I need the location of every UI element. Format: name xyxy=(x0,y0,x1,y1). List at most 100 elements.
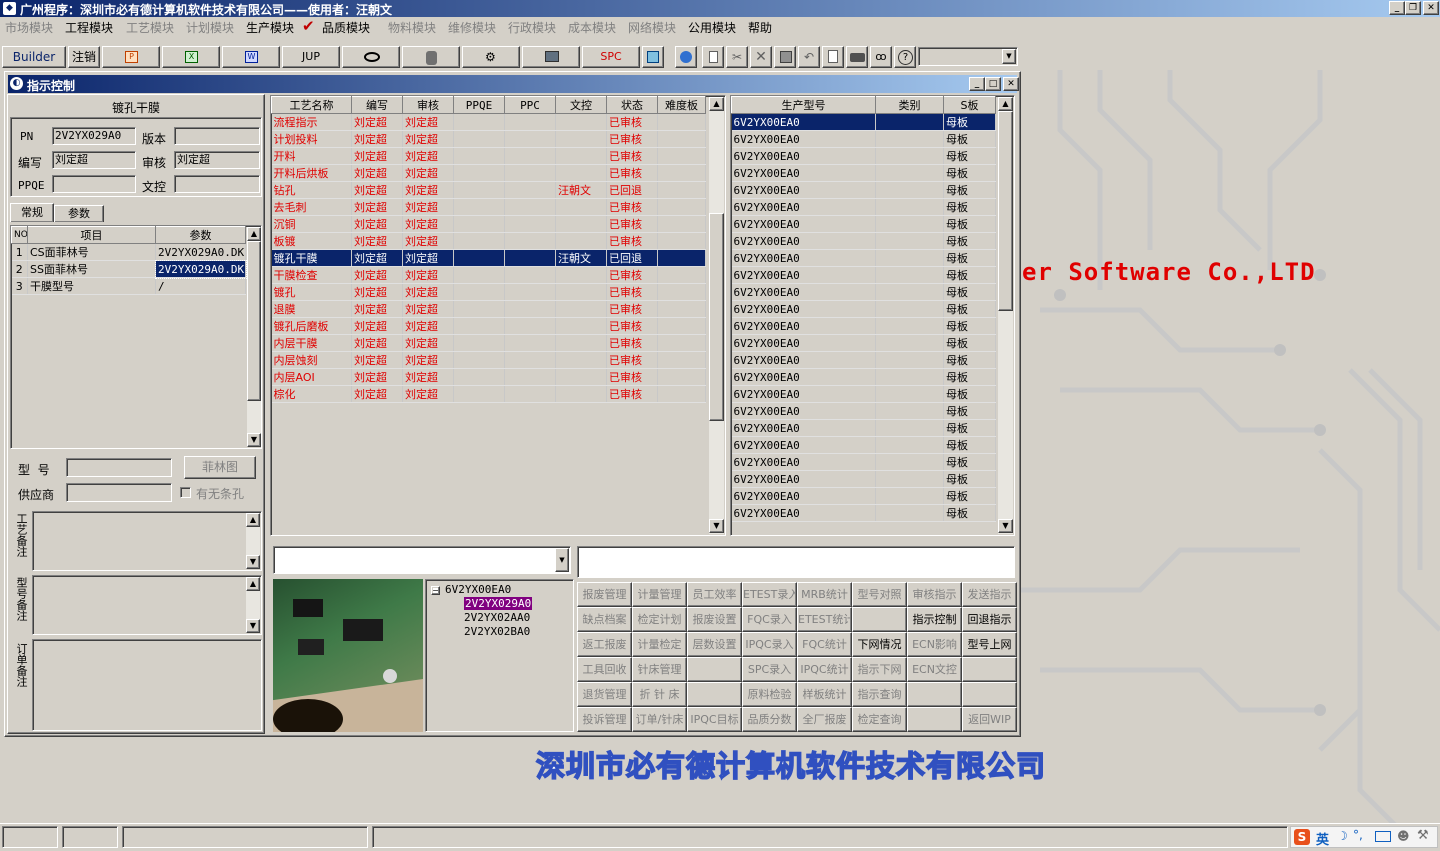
logout-button[interactable]: 注销 xyxy=(68,46,100,68)
ie-button[interactable] xyxy=(675,46,697,68)
process-scroll-down[interactable]: ▼ xyxy=(709,519,724,533)
menu-item[interactable]: 计划模块 xyxy=(186,19,234,36)
function-button[interactable] xyxy=(962,682,1017,707)
tab-general[interactable]: 常规 xyxy=(10,203,54,222)
function-button[interactable]: 检定查询 xyxy=(852,707,907,732)
function-button[interactable]: 审核指示 xyxy=(907,582,962,607)
process-col-header[interactable]: 状态 xyxy=(606,96,658,114)
builder-button[interactable]: Builder xyxy=(2,46,66,68)
model-row[interactable]: 6V2YX00EA0 母板 xyxy=(731,504,996,522)
model-row[interactable]: 6V2YX00EA0 母板 xyxy=(731,487,996,505)
menu-item[interactable]: 工艺模块 xyxy=(126,19,174,36)
process-row[interactable]: 板镀 刘定超 刘定超 已审核 xyxy=(271,232,706,250)
ime-toolbar[interactable]: S 英 ☽ °, ☻ ⚒ xyxy=(1290,826,1438,848)
process-row[interactable]: 内层干膜 刘定超 刘定超 已审核 xyxy=(271,334,706,352)
tree-child[interactable]: 2V2YX02BA0 xyxy=(464,625,530,638)
model-row[interactable]: 6V2YX00EA0 母板 xyxy=(731,113,996,131)
model-field[interactable] xyxy=(66,458,172,477)
model-col-header[interactable]: S板 xyxy=(943,96,996,114)
network-button[interactable]: ⚙ xyxy=(462,46,520,68)
function-button[interactable]: IPQC目标 xyxy=(687,707,742,732)
process-combo-arrow[interactable]: ▼ xyxy=(555,548,569,572)
param-row[interactable]: 2 SS面菲林号 2V2YX029A0.DK xyxy=(11,259,247,279)
function-button[interactable]: 型号上网 xyxy=(962,632,1017,657)
function-button[interactable]: FQC统计 xyxy=(797,632,852,657)
find-button[interactable]: ꝏ xyxy=(870,46,892,68)
function-button[interactable]: 原料检验 xyxy=(742,682,797,707)
params-scroll-thumb[interactable] xyxy=(247,241,261,401)
function-button[interactable] xyxy=(852,607,907,632)
function-button[interactable]: 指示查询 xyxy=(852,682,907,707)
note1-scroll-down[interactable]: ▼ xyxy=(246,555,260,569)
process-col-header[interactable]: 文控 xyxy=(555,96,607,114)
function-button[interactable]: 订单/针床 xyxy=(632,707,687,732)
model-col-header[interactable]: 类别 xyxy=(875,96,944,114)
function-button[interactable]: ECN影响 xyxy=(907,632,962,657)
function-button[interactable]: IPQC录入 xyxy=(742,632,797,657)
menu-item[interactable]: 帮助 xyxy=(748,19,772,36)
function-button[interactable]: ECN文控 xyxy=(907,657,962,682)
toolbar-combo-arrow[interactable]: ▼ xyxy=(1002,49,1016,64)
function-button[interactable] xyxy=(907,707,962,732)
function-button[interactable]: 退货管理 xyxy=(577,682,632,707)
function-button[interactable] xyxy=(907,682,962,707)
excel-button[interactable]: X xyxy=(162,46,220,68)
function-button[interactable]: MRB统计 xyxy=(797,582,852,607)
menu-item[interactable]: 行政模块 xyxy=(508,19,556,36)
process-row[interactable]: 流程指示 刘定超 刘定超 已审核 xyxy=(271,113,706,131)
process-row[interactable]: 计划投料 刘定超 刘定超 已审核 xyxy=(271,130,706,148)
keyboard-icon[interactable] xyxy=(1375,831,1391,842)
restore-button[interactable]: ❐ xyxy=(1405,1,1421,15)
cut-button[interactable]: ✂ xyxy=(726,46,748,68)
model-row[interactable]: 6V2YX00EA0 母板 xyxy=(731,402,996,420)
preview-button[interactable] xyxy=(822,46,844,68)
note2-scroll-down[interactable]: ▼ xyxy=(246,619,260,633)
function-button[interactable]: 品质分数 xyxy=(742,707,797,732)
version-field[interactable] xyxy=(174,127,260,145)
menu-item[interactable]: 维修模块 xyxy=(448,19,496,36)
function-button[interactable]: SPC录入 xyxy=(742,657,797,682)
moon-icon[interactable]: ☽ xyxy=(1337,829,1348,843)
menu-item[interactable]: 生产模块 xyxy=(246,19,294,36)
model-note-field[interactable]: ▲ ▼ xyxy=(32,575,262,635)
minimize-button[interactable]: _ xyxy=(1389,1,1405,15)
params-scrollbar[interactable]: ▲ ▼ xyxy=(247,227,261,447)
function-button[interactable]: 针床管理 xyxy=(632,657,687,682)
function-button[interactable] xyxy=(687,657,742,682)
process-col-header[interactable]: 难度板 xyxy=(657,96,706,114)
writer-field[interactable]: 刘定超 xyxy=(52,151,136,169)
jup-button[interactable]: JUP xyxy=(282,46,340,68)
new-button[interactable] xyxy=(702,46,724,68)
function-button[interactable]: IPQC统计 xyxy=(797,657,852,682)
process-col-header[interactable]: 工艺名称 xyxy=(271,96,352,114)
toolbar-combo[interactable]: ▼ xyxy=(918,47,1018,66)
pn-field[interactable]: 2V2YX029A0 xyxy=(52,127,136,145)
process-combo[interactable]: ▼ xyxy=(273,546,571,574)
function-button[interactable]: 返工报废 xyxy=(577,632,632,657)
process-row[interactable]: 镀孔 刘定超 刘定超 已审核 xyxy=(271,283,706,301)
process-row[interactable]: 开料 刘定超 刘定超 已审核 xyxy=(271,147,706,165)
menu-item[interactable]: 公用模块 xyxy=(688,19,736,36)
function-button[interactable] xyxy=(962,657,1017,682)
function-button[interactable]: 回退指示 xyxy=(962,607,1017,632)
function-button[interactable]: FQC录入 xyxy=(742,607,797,632)
process-row[interactable]: 棕化 刘定超 刘定超 已审核 xyxy=(271,385,706,403)
param-row[interactable]: 1 CS面菲林号 2V2YX029A0.DK1 xyxy=(11,243,246,261)
params-scroll-up[interactable]: ▲ xyxy=(247,227,261,241)
process-row[interactable]: 开料后烘板 刘定超 刘定超 已审核 xyxy=(271,164,706,182)
params-scroll-down[interactable]: ▼ xyxy=(247,433,261,447)
close-button[interactable]: ✕ xyxy=(1423,1,1439,15)
models-scroll-down[interactable]: ▼ xyxy=(998,519,1013,533)
process-row[interactable]: 内层蚀刻 刘定超 刘定超 已审核 xyxy=(271,351,706,369)
model-row[interactable]: 6V2YX00EA0 母板 xyxy=(731,351,996,369)
model-row[interactable]: 6V2YX00EA0 母板 xyxy=(731,334,996,352)
model-row[interactable]: 6V2YX00EA0 母板 xyxy=(731,436,996,454)
sogou-icon[interactable]: S xyxy=(1294,829,1310,845)
function-button[interactable]: 型号对照 xyxy=(852,582,907,607)
delete-button[interactable]: ✕ xyxy=(750,46,772,68)
supplier-field[interactable] xyxy=(66,483,172,502)
menu-item[interactable]: 网络模块 xyxy=(628,19,676,36)
function-button[interactable]: 发送指示 xyxy=(962,582,1017,607)
help-button[interactable]: ? xyxy=(894,46,916,68)
function-button[interactable]: 全厂报废 xyxy=(797,707,852,732)
